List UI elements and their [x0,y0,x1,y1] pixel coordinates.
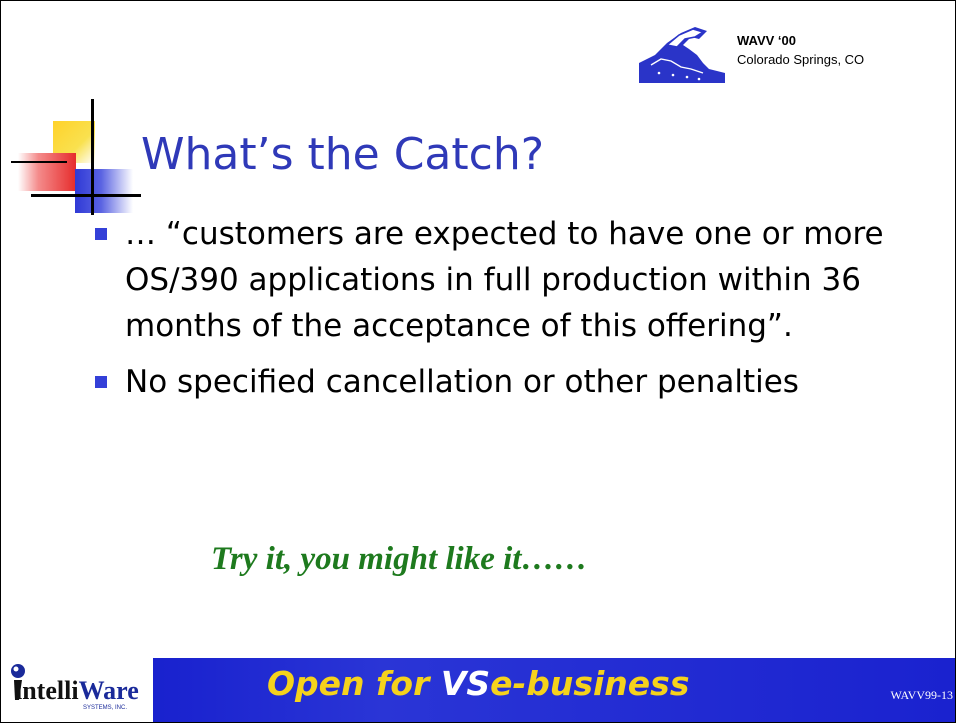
intelliware-wordmark: intelliWare [15,676,139,706]
slide-title: What’s the Catch? [141,129,545,180]
slogan-part-vs: VS [440,664,491,703]
conference-info: WAVV ‘00 Colorado Springs, CO [737,31,864,69]
bullet-square-icon [95,376,107,388]
footer-bar: intelliWare SYSTEMS, INC. Open for VSe-b… [1,658,955,722]
slide: WAVV ‘00 Colorado Springs, CO What’s the… [0,0,956,723]
wavv-mountain-logo-icon [639,27,725,83]
bullet-list: … “customers are expected to have one or… [95,211,915,415]
conference-location: Colorado Springs, CO [737,52,865,67]
slogan-part-2: e-business [490,664,690,703]
slide-code: WAVV99-13 [890,688,953,702]
intelliware-subtitle: SYSTEMS, INC. [83,705,128,711]
decor-line-horizontal [31,194,141,197]
bullet-item: … “customers are expected to have one or… [95,211,915,349]
bullet-text: … “customers are expected to have one or… [125,216,884,344]
slogan-part-1: Open for [267,664,441,703]
bullet-text: No specified cancellation or other penal… [125,364,799,400]
bullet-square-icon [95,228,107,240]
decor-line-horizontal-short [11,161,67,163]
tagline: Try it, you might like it…… [211,541,588,577]
decor-square-blue [75,169,133,213]
intelliware-logo: intelliWare SYSTEMS, INC. [1,658,153,722]
decor-line-vertical [91,99,94,215]
conference-title: WAVV ‘00 [737,33,797,48]
footer-slogan: Open for VSe-business [267,664,689,703]
decor-square-red [18,153,76,191]
bullet-item: No specified cancellation or other penal… [95,359,915,405]
logo-intelli: intelli [15,676,79,705]
logo-ware: Ware [78,676,139,705]
